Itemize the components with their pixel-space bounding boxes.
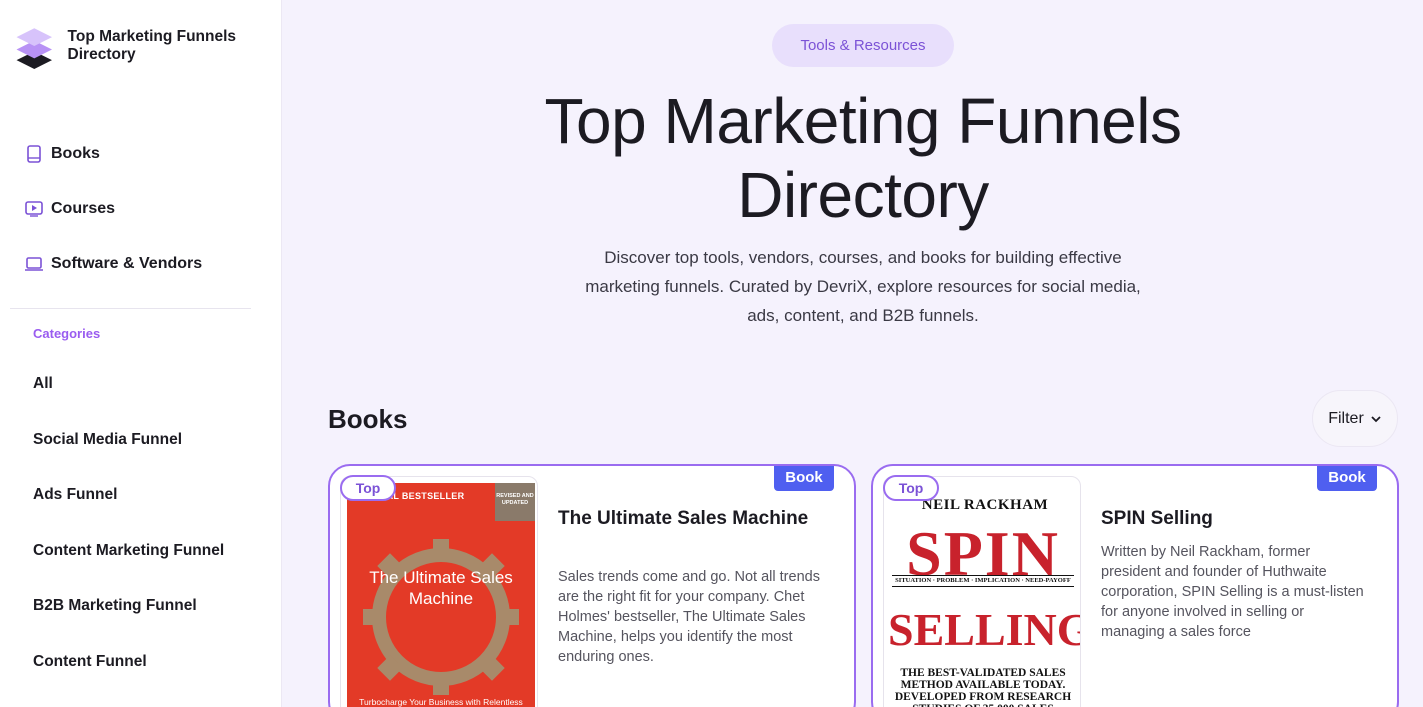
tools-resources-pill: Tools & Resources bbox=[772, 24, 954, 67]
cover-title-bottom: SELLING bbox=[888, 604, 1081, 655]
cover-author: NEIL RACKHAM bbox=[921, 497, 1049, 513]
book-card[interactable]: Book Top NATIONAL BESTSELLER REVISED AND… bbox=[328, 464, 856, 707]
category-all[interactable]: All bbox=[33, 375, 224, 399]
sidebar-divider bbox=[10, 308, 251, 309]
card-title[interactable]: The Ultimate Sales Machine bbox=[558, 506, 818, 531]
cover-title: The Ultimate Sales Machine bbox=[369, 568, 513, 608]
book-card[interactable]: Book Top NEIL RACKHAM SPIN SITUATION · P… bbox=[871, 464, 1399, 707]
cover-title-top: SPIN bbox=[906, 518, 1060, 589]
cover-ribbon: REVISED AND UPDATED bbox=[495, 483, 535, 521]
nav-item-books[interactable]: Books bbox=[24, 140, 202, 168]
type-badge: Book bbox=[1317, 466, 1377, 491]
categories-heading: Categories bbox=[33, 326, 101, 341]
section-title: Books bbox=[328, 404, 408, 434]
type-badge: Book bbox=[774, 466, 834, 491]
book-icon bbox=[24, 144, 44, 164]
brand-title: Top Marketing Funnels Directory bbox=[67, 28, 237, 63]
video-icon bbox=[24, 199, 44, 219]
cover-spin-selling: NEIL RACKHAM SPIN SITUATION · PROBLEM · … bbox=[888, 483, 1081, 707]
category-list: All Social Media Funnel Ads Funnel Conte… bbox=[33, 375, 224, 707]
nav-item-courses[interactable]: Courses bbox=[24, 195, 202, 223]
hero-description: Discover top tools, vendors, courses, an… bbox=[585, 248, 1141, 325]
layers-logo-icon bbox=[16, 28, 53, 70]
category-content-funnel[interactable]: Content Funnel bbox=[33, 653, 224, 677]
cover-band: SITUATION · PROBLEM · IMPLICATION · NEED… bbox=[892, 575, 1074, 587]
category-content-marketing-funnel[interactable]: Content Marketing Funnel bbox=[33, 542, 224, 566]
chevron-down-icon bbox=[1371, 415, 1381, 422]
main-nav: Books Courses Software & Vendors bbox=[24, 140, 202, 305]
laptop-icon bbox=[24, 254, 44, 274]
cover-tagline: THE BEST-VALIDATED SALES METHOD AVAILABL… bbox=[894, 667, 1072, 707]
main-content: Tools & Resources Top Marketing Funnels … bbox=[282, 0, 1423, 707]
top-badge: Top bbox=[883, 475, 939, 501]
category-ads-funnel[interactable]: Ads Funnel bbox=[33, 486, 224, 510]
sidebar: Top Marketing Funnels Directory Books Co… bbox=[0, 0, 282, 707]
filter-label: Filter bbox=[1328, 409, 1364, 427]
top-badge: Top bbox=[340, 475, 396, 501]
card-title[interactable]: SPIN Selling bbox=[1101, 506, 1361, 531]
category-social-media-funnel[interactable]: Social Media Funnel bbox=[33, 431, 224, 455]
filter-button[interactable]: Filter bbox=[1312, 390, 1398, 447]
nav-item-label: Software & Vendors bbox=[51, 255, 203, 272]
card-description: Sales trends come and go. Not all trends… bbox=[558, 569, 820, 665]
page-title: Top Marketing Funnels Directory bbox=[544, 85, 1182, 231]
category-b2b-marketing-funnel[interactable]: B2B Marketing Funnel bbox=[33, 597, 224, 621]
cover-ultimate-sales-machine: NATIONAL BESTSELLER REVISED AND UPDATED … bbox=[347, 483, 535, 707]
nav-item-label: Courses bbox=[51, 200, 116, 217]
card-description: Written by Neil Rackham, former presiden… bbox=[1101, 544, 1364, 640]
book-cover[interactable]: NATIONAL BESTSELLER REVISED AND UPDATED … bbox=[340, 476, 538, 707]
book-cover[interactable]: NEIL RACKHAM SPIN SITUATION · PROBLEM · … bbox=[883, 476, 1081, 707]
nav-item-label: Books bbox=[51, 145, 100, 162]
gear-icon bbox=[363, 539, 519, 695]
cover-subtitle: Turbocharge Your Business with Relentles… bbox=[359, 697, 523, 707]
brand[interactable]: Top Marketing Funnels Directory bbox=[13, 22, 281, 70]
nav-item-software-vendors[interactable]: Software & Vendors bbox=[24, 250, 202, 278]
